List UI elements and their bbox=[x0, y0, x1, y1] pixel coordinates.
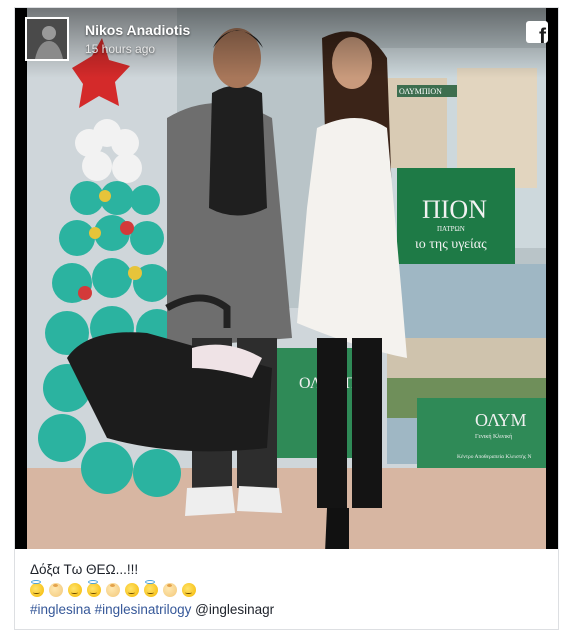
post-photo-frame[interactable]: ΟΛΥΜΠΙΟΝ ΠΙΟΝ ΠΑΤΡΩΝ ιο της υγείας ΟΛΥΜ … bbox=[15, 8, 558, 549]
facebook-post-embed: ΟΛΥΜΠΙΟΝ ΠΙΟΝ ΠΑΤΡΩΝ ιο της υγείας ΟΛΥΜ … bbox=[14, 7, 559, 630]
baby-face-emoji-icon bbox=[125, 583, 139, 597]
hashtag-line: #inglesina #inglesinatrilogy @inglesinag… bbox=[30, 600, 546, 620]
author-name-link[interactable]: Nikos Anadiotis bbox=[85, 22, 190, 38]
lower-sign-small-text: Κέντρο Αποθεραπεία Κλειστής Ν bbox=[457, 454, 531, 460]
author-avatar-image bbox=[27, 19, 67, 59]
angel-halo-emoji-icon bbox=[144, 580, 158, 597]
baby-emoji-icon bbox=[49, 583, 63, 597]
angel-halo-emoji-icon bbox=[30, 580, 44, 597]
baby-face-emoji-icon bbox=[68, 583, 82, 597]
caption-text: Δόξα Τω ΘΕΩ...!!! bbox=[30, 562, 139, 577]
green-sign-main-text: ΠΙΟΝ bbox=[422, 195, 487, 224]
post-header-overlay: Nikos Anadiotis 15 hours ago f bbox=[15, 8, 558, 78]
baby-emoji-icon bbox=[163, 583, 177, 597]
hashtag-inglesina-link[interactable]: #inglesina bbox=[30, 602, 91, 617]
green-sign-sub-text: ιο της υγείας bbox=[415, 237, 487, 252]
post-timestamp[interactable]: 15 hours ago bbox=[85, 42, 155, 56]
mention-inglesinagr[interactable]: @inglesinagr bbox=[195, 602, 274, 617]
baby-face-emoji-icon bbox=[182, 583, 196, 597]
post-photo[interactable]: ΟΛΥΜΠΙΟΝ ΠΙΟΝ ΠΑΤΡΩΝ ιο της υγείας ΟΛΥΜ … bbox=[27, 8, 546, 549]
hashtag-inglesinatrilogy-link[interactable]: #inglesinatrilogy bbox=[95, 602, 192, 617]
author-avatar[interactable] bbox=[25, 17, 69, 61]
baby-emoji-icon bbox=[106, 583, 120, 597]
angel-halo-emoji-icon bbox=[87, 580, 101, 597]
facebook-f-icon[interactable]: f bbox=[526, 21, 548, 43]
emoji-row bbox=[30, 580, 546, 600]
lower-sign-sub-text: Γενική Κλινική bbox=[475, 434, 512, 440]
lower-sign-main-text: ΟΛΥΜ bbox=[475, 410, 526, 430]
post-caption: Δόξα Τω ΘΕΩ...!!! #inglesina #inglesinat… bbox=[30, 560, 546, 620]
green-sign-small-text: ΠΑΤΡΩΝ bbox=[437, 225, 465, 233]
top-sign-text: ΟΛΥΜΠΙΟΝ bbox=[399, 87, 442, 96]
